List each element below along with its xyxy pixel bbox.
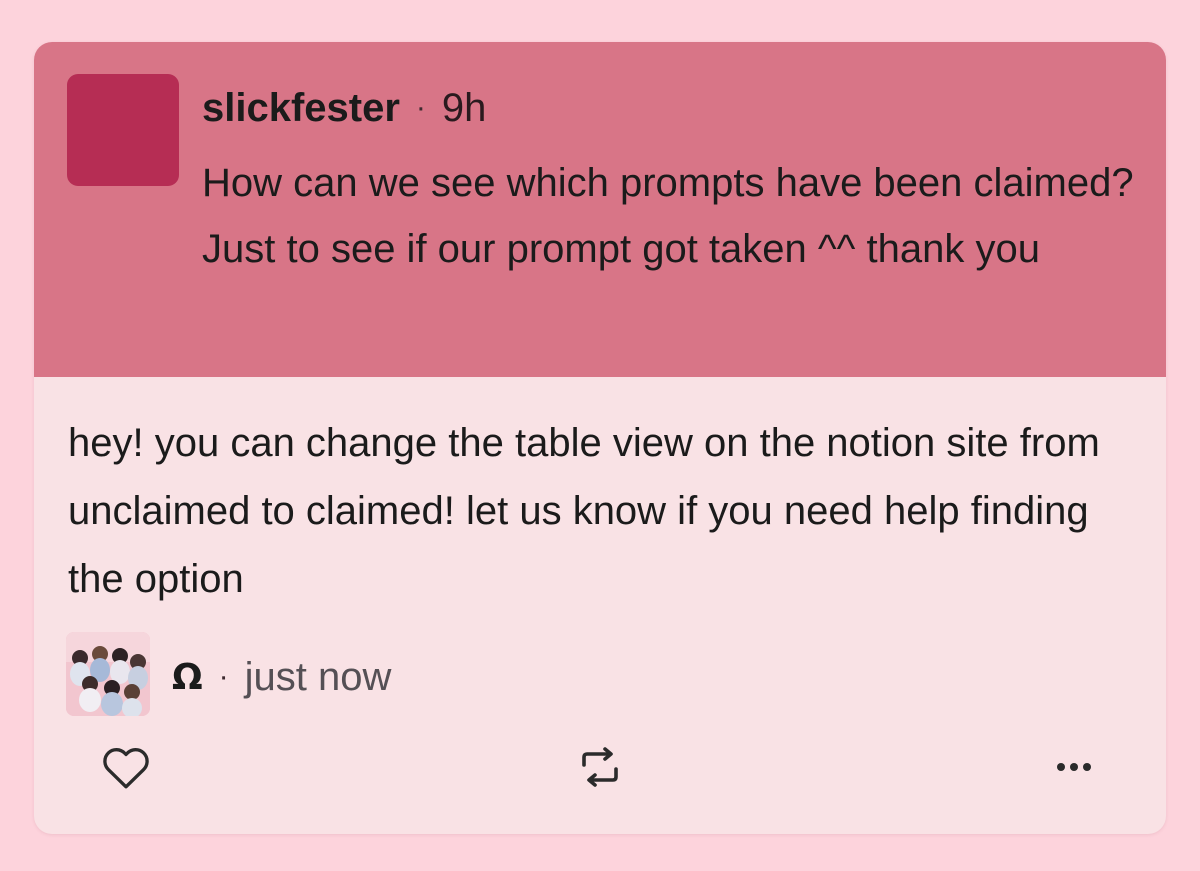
responder-name[interactable]: Ω: [172, 657, 203, 698]
question-block: slickfester · 9h How can we see which pr…: [34, 42, 1166, 377]
post-card: slickfester · 9h How can we see which pr…: [34, 42, 1166, 834]
separator-dot: ·: [415, 91, 426, 124]
responder-avatar[interactable]: [66, 632, 150, 716]
more-options-button[interactable]: [1044, 742, 1104, 792]
group-photo-image: [66, 632, 150, 716]
question-timestamp: 9h: [441, 85, 487, 130]
responder-meta: Ω · just now: [172, 654, 391, 700]
heart-icon: [103, 748, 149, 789]
asker-username[interactable]: slickfester: [202, 86, 400, 131]
repost-button[interactable]: [570, 742, 630, 792]
asker-avatar[interactable]: [67, 74, 179, 186]
like-button[interactable]: [96, 742, 156, 792]
answer-text: hey! you can change the table view on th…: [68, 421, 1100, 601]
separator-dot: ·: [218, 660, 229, 693]
question-text: How can we see which prompts have been c…: [202, 161, 1134, 271]
question-header: slickfester · 9h: [202, 86, 486, 130]
repost-icon: [582, 747, 618, 787]
answer-timestamp: just now: [244, 654, 392, 699]
more-icon: [1057, 763, 1091, 771]
